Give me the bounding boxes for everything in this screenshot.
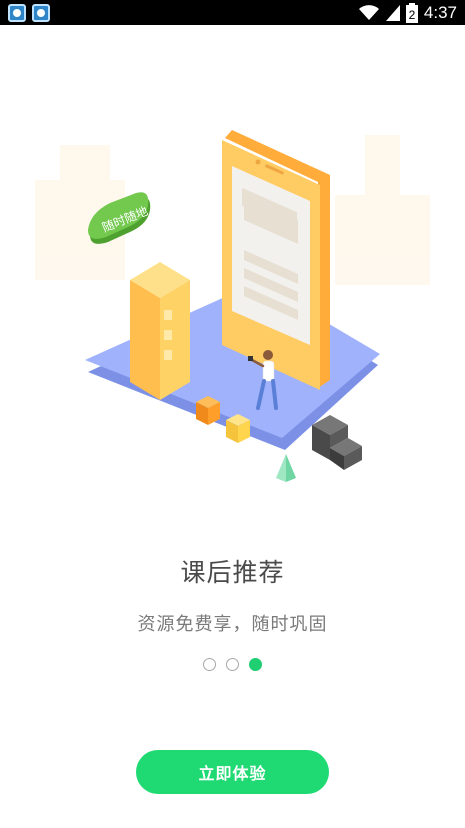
try-now-button[interactable]: 立即体验 [136,750,329,794]
onboarding-screen: 2 4:37 随时随地 课后推荐 资源免费享，随时巩固 立即体验 [0,0,465,828]
status-bar: 2 4:37 [0,0,465,25]
battery-icon: 2 [405,2,418,23]
building-graphic [130,262,190,400]
onboarding-illustration: 随时随地 [35,130,430,482]
status-time: 4:37 [423,3,457,22]
cellular-signal-icon [385,4,400,21]
notification-icons [8,3,50,22]
pyramid-graphic [276,454,296,482]
system-icons: 2 4:37 [358,0,457,25]
battery-level: 2 [409,8,416,22]
page-dot-3-active[interactable] [249,658,262,671]
page-subtitle: 资源免费享，随时巩固 [137,614,328,635]
app-badge-icon [32,3,50,22]
phone-graphic [222,130,330,390]
stairs-graphic [312,415,362,470]
wifi-icon [358,4,379,20]
app-badge-icon [8,3,26,22]
orange-cube [196,396,220,425]
yellow-cube [226,414,250,443]
page-dot-2[interactable] [226,658,239,671]
page-dot-1[interactable] [203,658,216,671]
page-indicator [0,658,465,671]
page-title: 课后推荐 [180,558,285,587]
